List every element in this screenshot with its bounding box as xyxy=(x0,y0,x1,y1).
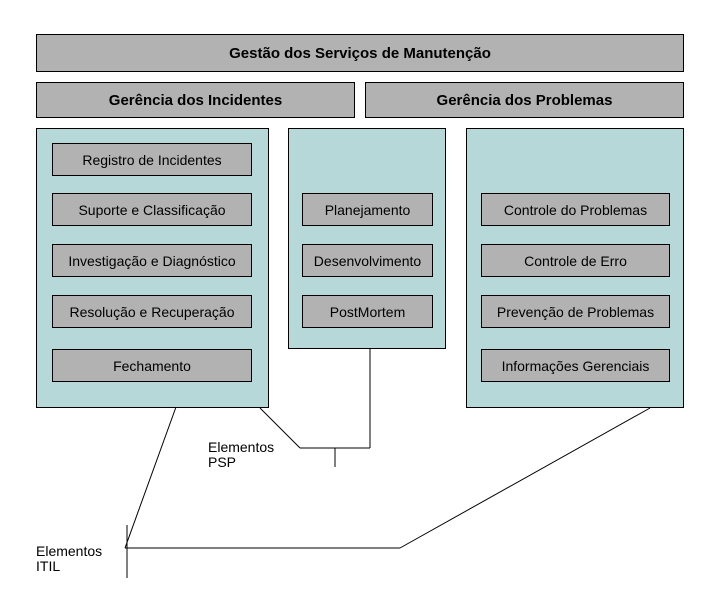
connector-lines xyxy=(0,0,723,594)
diagram-stage: Gestão dos Serviços de Manutenção Gerênc… xyxy=(0,0,723,594)
